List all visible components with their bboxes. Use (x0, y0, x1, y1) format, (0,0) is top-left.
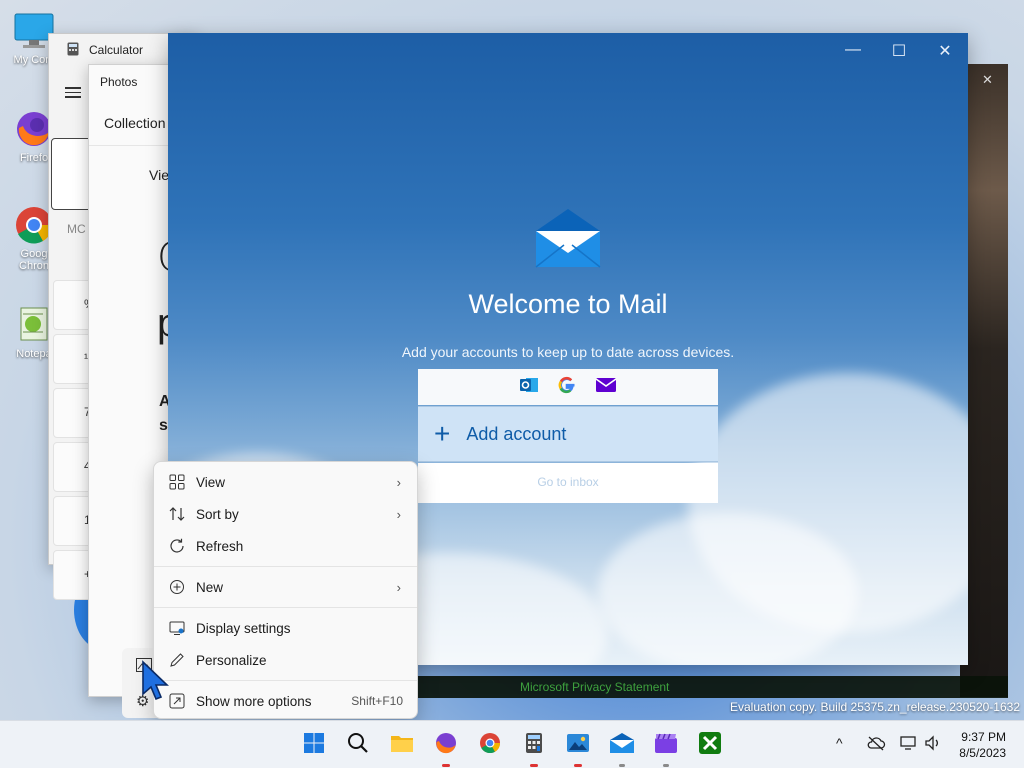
more-options-icon (168, 692, 186, 710)
welcome-heading: Welcome to Mail (468, 289, 668, 319)
view-grid-icon (168, 473, 186, 491)
photos-text-fragment: s (159, 417, 168, 434)
taskbar-photos[interactable] (562, 729, 594, 767)
view-link[interactable]: Vie (149, 167, 169, 183)
maximize-button[interactable]: ☐ (876, 41, 922, 61)
chevron-right-icon: › (396, 506, 401, 522)
start-icon (303, 732, 325, 759)
taskbar-clipchamp[interactable] (650, 729, 682, 767)
menu-item-personalize[interactable]: Personalize (158, 645, 415, 675)
running-indicator (663, 764, 669, 767)
menu-item-label: Personalize (196, 652, 267, 668)
menu-separator (154, 680, 417, 681)
evaluation-watermark: Evaluation copy. Build 25375.zn_release.… (730, 700, 1020, 714)
minimize-button[interactable]: — (830, 41, 876, 59)
running-indicator (574, 764, 582, 767)
menu-item-label: New (196, 579, 224, 595)
menu-separator (154, 607, 417, 608)
menu-item-label: Display settings (196, 620, 291, 636)
menu-item-show-more-options[interactable]: Show more options Shift+F10 (158, 686, 415, 716)
taskbar-calculator[interactable] (518, 729, 550, 767)
outlook-icon (519, 376, 539, 399)
menu-item-new[interactable]: New › (158, 572, 415, 602)
taskbar-chrome[interactable] (474, 729, 506, 761)
calculator-icon (525, 732, 543, 759)
go-to-inbox-button[interactable]: Go to inbox (418, 463, 718, 503)
search-icon (347, 732, 369, 759)
calculator-app-icon (67, 42, 79, 59)
onedrive-offline-icon[interactable] (866, 735, 886, 754)
clock-date: 8/5/2023 (959, 746, 1006, 760)
start-button[interactable] (298, 729, 330, 761)
desktop: My Com Firefo Goog Chron Notepa Calculat… (0, 0, 1024, 720)
taskbar: ^ 9:37 PM 8/5/2023 (0, 720, 1024, 768)
clock[interactable]: 9:37 PM 8/5/2023 (959, 729, 1006, 761)
cloud-decoration (598, 513, 858, 665)
plus-icon: + (434, 418, 451, 449)
sort-icon (168, 505, 186, 523)
chevron-up-icon[interactable]: ^ (836, 735, 843, 751)
desktop-icon-label: Firefo (19, 152, 49, 164)
xbox-icon (698, 731, 722, 760)
tab-collection[interactable]: Collection (104, 115, 165, 131)
clipchamp-icon (654, 732, 678, 759)
add-account-label: Add account (466, 423, 567, 444)
shortcut-label: Shift+F10 (351, 694, 403, 708)
volume-icon[interactable] (924, 735, 942, 754)
new-plus-icon (168, 578, 186, 596)
taskbar-file-explorer[interactable] (386, 729, 418, 761)
close-icon[interactable]: ✕ (982, 72, 993, 88)
firefox-icon (435, 732, 457, 759)
menu-item-refresh[interactable]: Refresh (158, 531, 415, 561)
desktop-icon-label: Notepa (16, 348, 52, 360)
menu-item-label: View (196, 474, 226, 490)
running-indicator (442, 764, 450, 767)
menu-item-label: Sort by (196, 506, 239, 522)
photos-title: Photos (100, 75, 138, 89)
memory-clear-button[interactable]: MC (67, 222, 86, 236)
privacy-statement-link[interactable]: Microsoft Privacy Statement (520, 680, 669, 694)
mail-icon (609, 732, 635, 759)
menu-item-label: Show more options (196, 693, 312, 709)
photos-icon (566, 732, 590, 759)
welcome-subtitle: Add your accounts to keep up to date acr… (401, 344, 735, 360)
privacy-bar: Microsoft Privacy Statement (418, 676, 1008, 698)
mouse-cursor-icon (140, 660, 170, 702)
taskbar-xbox[interactable] (694, 729, 726, 761)
google-icon (557, 375, 577, 400)
close-button[interactable]: ✕ (922, 41, 968, 61)
pen-icon (168, 651, 186, 669)
refresh-icon (168, 537, 186, 555)
running-indicator (619, 764, 625, 767)
chevron-right-icon: › (396, 579, 401, 595)
menu-item-view[interactable]: View › (158, 467, 415, 497)
network-icon[interactable] (898, 735, 918, 754)
menu-item-display-settings[interactable]: Display settings (158, 613, 415, 643)
add-account-button[interactable]: + Add account (418, 406, 718, 462)
file-explorer-icon (390, 732, 414, 759)
mail-envelope-icon (534, 207, 602, 269)
menu-item-sort-by[interactable]: Sort by › (158, 499, 415, 529)
clock-time: 9:37 PM (961, 730, 1006, 744)
taskbar-search-button[interactable] (342, 729, 374, 761)
taskbar-firefox[interactable] (430, 729, 462, 767)
provider-bar (418, 369, 718, 405)
yahoo-mail-icon (595, 377, 617, 398)
hamburger-menu-icon[interactable] (65, 84, 81, 101)
calculator-title: Calculator (89, 43, 144, 57)
desktop-context-menu: View › Sort by › Refresh New › Display s… (153, 461, 418, 719)
menu-item-label: Refresh (196, 538, 244, 554)
chrome-icon (479, 732, 501, 759)
display-settings-icon (168, 619, 186, 637)
menu-separator (154, 566, 417, 567)
chevron-right-icon: › (396, 474, 401, 490)
taskbar-mail[interactable] (606, 729, 638, 767)
running-indicator (530, 764, 538, 767)
